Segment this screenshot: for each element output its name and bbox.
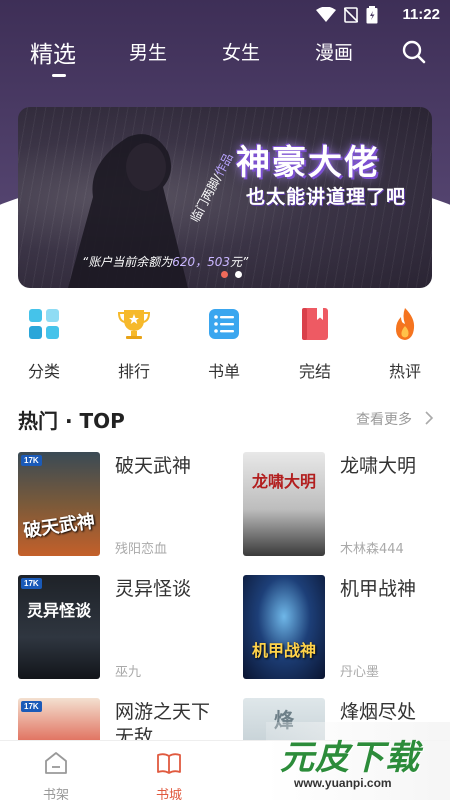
category-ranking[interactable]: 排行 bbox=[99, 300, 169, 382]
category-label: 书单 bbox=[207, 362, 240, 381]
book-card[interactable]: 17K 灵异怪谈 灵异怪谈 巫九 bbox=[18, 575, 228, 683]
banner-title: 神豪大佬 bbox=[236, 143, 380, 183]
chevron-right-icon[interactable] bbox=[424, 410, 434, 426]
watermark-text: 元皮下载 bbox=[280, 738, 420, 778]
status-bar: 11:22 bbox=[0, 0, 450, 30]
category-hot-reviews[interactable]: 热评 bbox=[370, 300, 440, 382]
status-time: 11:22 bbox=[402, 6, 440, 23]
book-cover-title: 灵异怪谈 bbox=[26, 601, 91, 620]
book-title[interactable]: 机甲战神 bbox=[340, 577, 450, 602]
status-icons bbox=[316, 6, 378, 24]
see-more-link[interactable]: 查看更多 bbox=[356, 409, 412, 429]
book-title[interactable]: 龙啸大明 bbox=[340, 454, 450, 479]
category-label: 热评 bbox=[388, 362, 421, 381]
book-cover-logo: 17K bbox=[21, 455, 42, 466]
bottom-nav-label: 书城 bbox=[155, 788, 182, 800]
search-icon[interactable] bbox=[401, 39, 427, 65]
category-label: 分类 bbox=[27, 362, 60, 381]
book-author: 丹心墨 bbox=[340, 665, 380, 680]
book-cover[interactable]: 17K 破天武神 bbox=[18, 452, 100, 556]
banner-dot-1[interactable] bbox=[221, 271, 228, 278]
book-icon bbox=[302, 308, 328, 340]
category-label: 排行 bbox=[117, 362, 150, 381]
banner-balance-prefix: “账户当前余额为 bbox=[82, 255, 173, 269]
tab-male[interactable]: 男生 bbox=[129, 38, 167, 65]
app-root: 11:22 精选 男生 女生 漫画 神豪大佬 也太能讲道理了吧 临门两脚/作品 … bbox=[0, 0, 450, 800]
banner-balance-suffix: 元” bbox=[230, 255, 249, 269]
book-author: 木林森444 bbox=[340, 542, 404, 557]
list-icon bbox=[209, 309, 239, 339]
flame-icon bbox=[396, 308, 415, 340]
book-card[interactable]: 17K 破天武神 破天武神 残阳恋血 bbox=[18, 452, 228, 560]
banner-balance-value: 620，503 bbox=[172, 255, 231, 269]
bookstore-icon bbox=[157, 753, 181, 774]
category-shortcuts: 分类 排行 书单 完结 热评 bbox=[0, 300, 450, 382]
bottom-nav-label: 书架 bbox=[42, 788, 69, 800]
book-cover[interactable]: 机甲战神 bbox=[243, 575, 325, 679]
tab-featured[interactable]: 精选 bbox=[30, 35, 76, 69]
watermark-url: www.yuanpi.com bbox=[294, 776, 392, 790]
section-title: 热门 · TOP bbox=[18, 409, 125, 433]
book-card[interactable]: 机甲战神 机甲战神 丹心墨 bbox=[243, 575, 450, 683]
banner-pagination bbox=[221, 271, 242, 278]
trophy-icon bbox=[117, 310, 151, 339]
book-cover-title: 机甲战神 bbox=[251, 641, 316, 660]
bottom-nav-bookshelf[interactable]: 书架 bbox=[26, 741, 86, 800]
watermark: 元皮下载 www.yuanpi.com bbox=[266, 722, 450, 800]
grid-icon bbox=[29, 309, 59, 339]
book-cover-title: 龙啸大明 bbox=[251, 472, 316, 491]
tab-female[interactable]: 女生 bbox=[222, 38, 260, 65]
tab-comics[interactable]: 漫画 bbox=[315, 38, 353, 65]
promo-banner[interactable]: 神豪大佬 也太能讲道理了吧 临门两脚/作品 “账户当前余额为620，503元” bbox=[18, 107, 432, 288]
book-author: 残阳恋血 bbox=[115, 542, 168, 557]
battery-icon bbox=[366, 6, 378, 24]
book-cover[interactable]: 17K 灵异怪谈 bbox=[18, 575, 100, 679]
book-author: 巫九 bbox=[115, 665, 142, 680]
category-booklist[interactable]: 书单 bbox=[189, 300, 259, 382]
banner-dot-2[interactable] bbox=[235, 271, 242, 278]
book-title[interactable]: 破天武神 bbox=[115, 454, 227, 479]
book-cover-title: 破天武神 bbox=[22, 511, 97, 542]
bottom-nav-bookstore[interactable]: 书城 bbox=[139, 741, 199, 800]
top-nav: 精选 男生 女生 漫画 bbox=[0, 30, 450, 80]
wifi-icon bbox=[316, 7, 336, 22]
tab-indicator bbox=[52, 74, 66, 77]
book-cover[interactable]: 龙啸大明 bbox=[243, 452, 325, 556]
bookshelf-icon bbox=[45, 752, 67, 774]
book-card[interactable]: 龙啸大明 龙啸大明 木林森444 bbox=[243, 452, 450, 560]
category-classify[interactable]: 分类 bbox=[9, 300, 79, 382]
book-title[interactable]: 灵异怪谈 bbox=[115, 577, 227, 602]
category-label: 完结 bbox=[298, 362, 331, 381]
category-finished[interactable]: 完结 bbox=[280, 300, 350, 382]
no-sim-icon bbox=[344, 7, 358, 23]
book-cover-logo: 17K bbox=[21, 578, 42, 589]
book-cover-logo: 17K bbox=[21, 701, 42, 712]
banner-balance-text: “账户当前余额为620，503元” bbox=[82, 253, 248, 270]
banner-subtitle: 也太能讲道理了吧 bbox=[246, 186, 407, 208]
